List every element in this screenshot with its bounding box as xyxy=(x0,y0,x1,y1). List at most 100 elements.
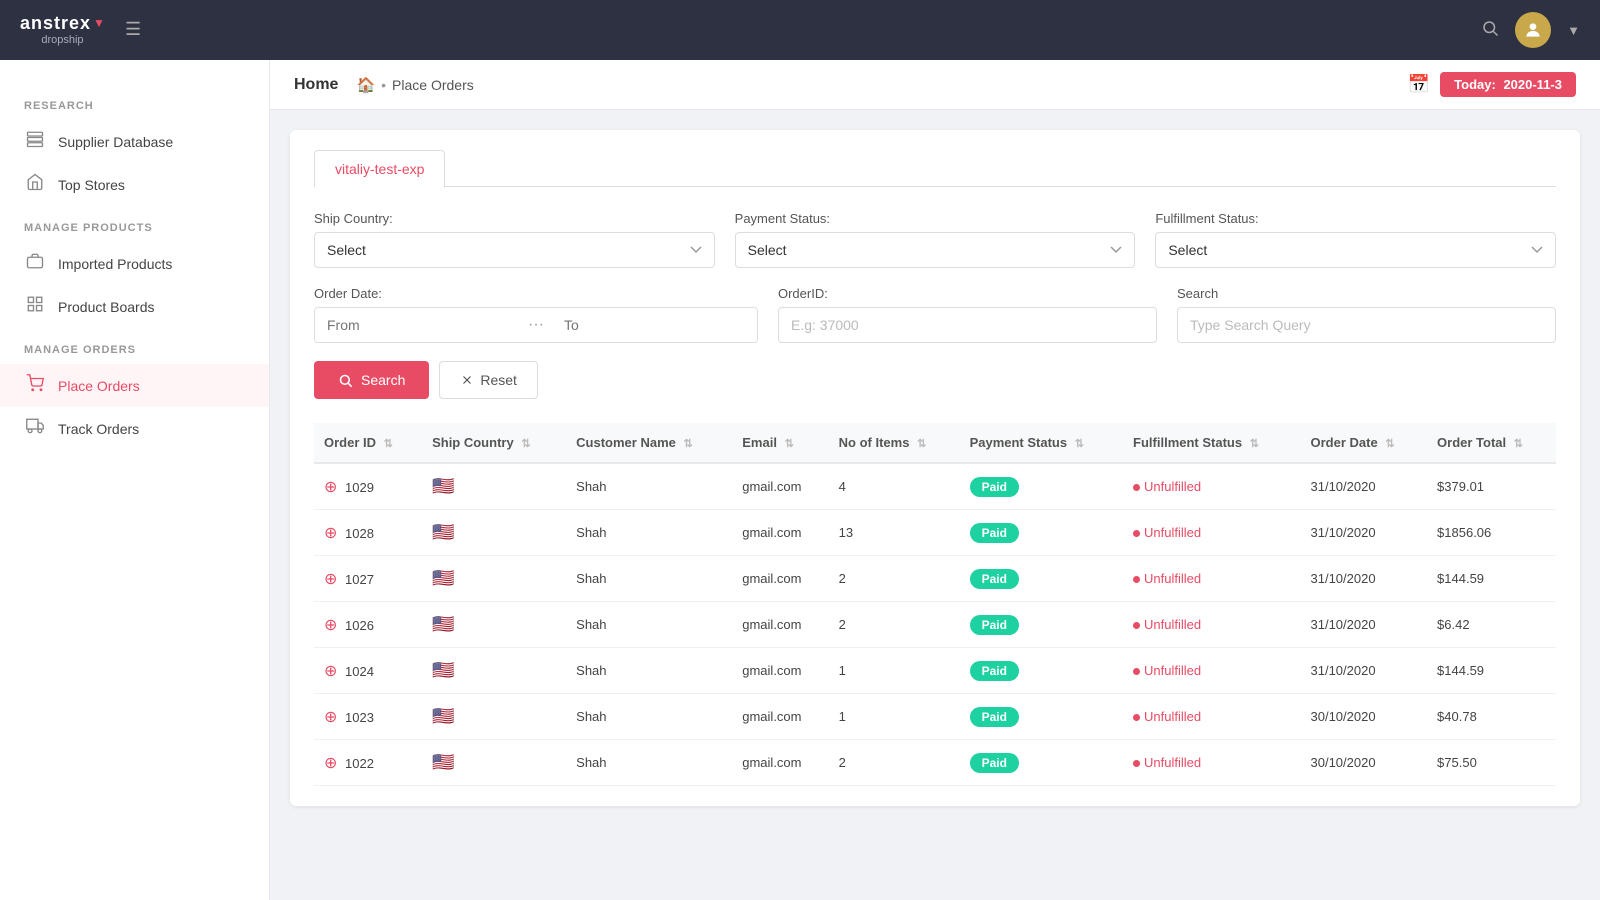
reset-button[interactable]: Reset xyxy=(439,361,538,399)
ship-country-label: Ship Country: xyxy=(314,211,715,226)
expand-icon[interactable]: ⊕ xyxy=(324,617,337,634)
cell-order-date: 30/10/2020 xyxy=(1301,740,1428,786)
flag-icon: 🇺🇸 xyxy=(432,476,454,496)
sidebar-item-product-boards[interactable]: Product Boards xyxy=(0,285,269,328)
col-payment-status[interactable]: Payment Status ⇅ xyxy=(960,423,1123,463)
expand-icon[interactable]: ⊕ xyxy=(324,571,337,588)
cell-payment-status: Paid xyxy=(960,602,1123,648)
col-order-total[interactable]: Order Total ⇅ xyxy=(1427,423,1556,463)
col-customer-name[interactable]: Customer Name ⇅ xyxy=(566,423,732,463)
cell-fulfillment-status: Unfulfilled xyxy=(1123,648,1300,694)
cell-customer-name: Shah xyxy=(566,602,732,648)
calendar-icon[interactable]: 📅 xyxy=(1408,74,1430,95)
product-boards-icon xyxy=(24,295,46,318)
col-payment-status-label: Payment Status xyxy=(970,435,1068,450)
expand-icon[interactable]: ⊕ xyxy=(324,479,337,496)
col-email-label: Email xyxy=(742,435,777,450)
date-to-input[interactable] xyxy=(552,308,757,342)
cell-no-of-items: 2 xyxy=(829,602,960,648)
table-row: ⊕ 1026 🇺🇸 Shah gmail.com 2 Paid Unfulfil… xyxy=(314,602,1556,648)
cell-order-date: 31/10/2020 xyxy=(1301,648,1428,694)
fulfillment-status-label: Fulfillment Status: xyxy=(1155,211,1556,226)
cell-ship-country: 🇺🇸 xyxy=(422,556,566,602)
home-icon[interactable]: 🏠 xyxy=(356,76,375,94)
cell-customer-name: Shah xyxy=(566,556,732,602)
cell-no-of-items: 1 xyxy=(829,648,960,694)
search-icon[interactable] xyxy=(1481,19,1499,42)
sidebar: RESEARCH Supplier Database Top Stores MA… xyxy=(0,60,270,900)
fulfillment-status: Unfulfilled xyxy=(1133,571,1201,586)
manage-orders-section-label: MANAGE ORDERS xyxy=(0,328,269,364)
cell-order-id: ⊕ 1023 xyxy=(314,694,422,740)
tab-vitaliy[interactable]: vitaliy-test-exp xyxy=(314,150,445,187)
cell-no-of-items: 13 xyxy=(829,510,960,556)
col-order-date[interactable]: Order Date ⇅ xyxy=(1301,423,1428,463)
cell-payment-status: Paid xyxy=(960,648,1123,694)
col-email[interactable]: Email ⇅ xyxy=(732,423,828,463)
sidebar-item-supplier-database[interactable]: Supplier Database xyxy=(0,120,269,163)
cell-order-total: $1856.06 xyxy=(1427,510,1556,556)
cell-payment-status: Paid xyxy=(960,556,1123,602)
col-no-of-items[interactable]: No of Items ⇅ xyxy=(829,423,960,463)
table-row: ⊕ 1023 🇺🇸 Shah gmail.com 1 Paid Unfulfil… xyxy=(314,694,1556,740)
expand-icon[interactable]: ⊕ xyxy=(324,709,337,726)
cell-customer-name: Shah xyxy=(566,510,732,556)
sidebar-item-track-orders[interactable]: Track Orders xyxy=(0,407,269,450)
user-dropdown[interactable]: ▼ xyxy=(1567,23,1580,38)
col-ship-country[interactable]: Ship Country ⇅ xyxy=(422,423,566,463)
main-content: Home 🏠 • Place Orders 📅 Today: 2020-11-3… xyxy=(270,60,1600,900)
payment-status-select[interactable]: Select xyxy=(735,232,1136,268)
status-dot xyxy=(1133,714,1140,721)
sidebar-item-top-stores[interactable]: Top Stores xyxy=(0,163,269,206)
cell-customer-name: Shah xyxy=(566,694,732,740)
tab-bar: vitaliy-test-exp xyxy=(314,150,1556,187)
cell-order-id: ⊕ 1022 xyxy=(314,740,422,786)
col-order-id[interactable]: Order ID ⇅ xyxy=(314,423,422,463)
top-navigation: anstrex ▼ dropship ☰ ▼ xyxy=(0,0,1600,60)
cell-email: gmail.com xyxy=(732,463,828,510)
cell-fulfillment-status: Unfulfilled xyxy=(1123,463,1300,510)
avatar[interactable] xyxy=(1515,12,1551,48)
button-row: Search Reset xyxy=(314,361,1556,399)
cell-order-total: $6.42 xyxy=(1427,602,1556,648)
expand-icon[interactable]: ⊕ xyxy=(324,663,337,680)
nav-left: anstrex ▼ dropship ☰ xyxy=(20,14,141,46)
breadcrumb: Home 🏠 • Place Orders xyxy=(294,76,474,94)
sidebar-item-label: Supplier Database xyxy=(58,134,173,150)
col-ship-country-label: Ship Country xyxy=(432,435,514,450)
order-id-input[interactable] xyxy=(778,307,1157,343)
sidebar-item-imported-products[interactable]: Imported Products xyxy=(0,242,269,285)
fulfillment-status-select[interactable]: Select xyxy=(1155,232,1556,268)
cell-order-id: ⊕ 1024 xyxy=(314,648,422,694)
cell-fulfillment-status: Unfulfilled xyxy=(1123,694,1300,740)
date-from-input[interactable] xyxy=(315,308,520,342)
breadcrumb-bar: Home 🏠 • Place Orders 📅 Today: 2020-11-3 xyxy=(270,60,1600,110)
fulfillment-status-filter: Fulfillment Status: Select xyxy=(1155,211,1556,268)
cell-payment-status: Paid xyxy=(960,740,1123,786)
fulfillment-status: Unfulfilled xyxy=(1133,525,1201,540)
table-row: ⊕ 1024 🇺🇸 Shah gmail.com 1 Paid Unfulfil… xyxy=(314,648,1556,694)
col-order-date-label: Order Date xyxy=(1311,435,1378,450)
cell-order-id: ⊕ 1029 xyxy=(314,463,422,510)
logo-text: anstrex xyxy=(20,14,91,34)
breadcrumb-separator: • xyxy=(381,77,386,93)
search-filter: Search xyxy=(1177,286,1556,343)
cell-fulfillment-status: Unfulfilled xyxy=(1123,740,1300,786)
sidebar-item-label: Track Orders xyxy=(58,421,139,437)
date-dots: ··· xyxy=(520,316,552,334)
search-input[interactable] xyxy=(1177,307,1556,343)
payment-badge: Paid xyxy=(970,523,1019,543)
sidebar-item-place-orders[interactable]: Place Orders xyxy=(0,364,269,407)
col-fulfillment-status[interactable]: Fulfillment Status ⇅ xyxy=(1123,423,1300,463)
hamburger-menu[interactable]: ☰ xyxy=(125,19,141,40)
status-dot xyxy=(1133,622,1140,629)
date-range-input: ··· xyxy=(314,307,758,343)
expand-icon[interactable]: ⊕ xyxy=(324,755,337,772)
ship-country-select[interactable]: Select xyxy=(314,232,715,268)
track-orders-icon xyxy=(24,417,46,440)
cell-order-total: $144.59 xyxy=(1427,556,1556,602)
search-button[interactable]: Search xyxy=(314,361,429,399)
fulfillment-status: Unfulfilled xyxy=(1133,755,1201,770)
expand-icon[interactable]: ⊕ xyxy=(324,525,337,542)
nav-right: ▼ xyxy=(1481,12,1580,48)
